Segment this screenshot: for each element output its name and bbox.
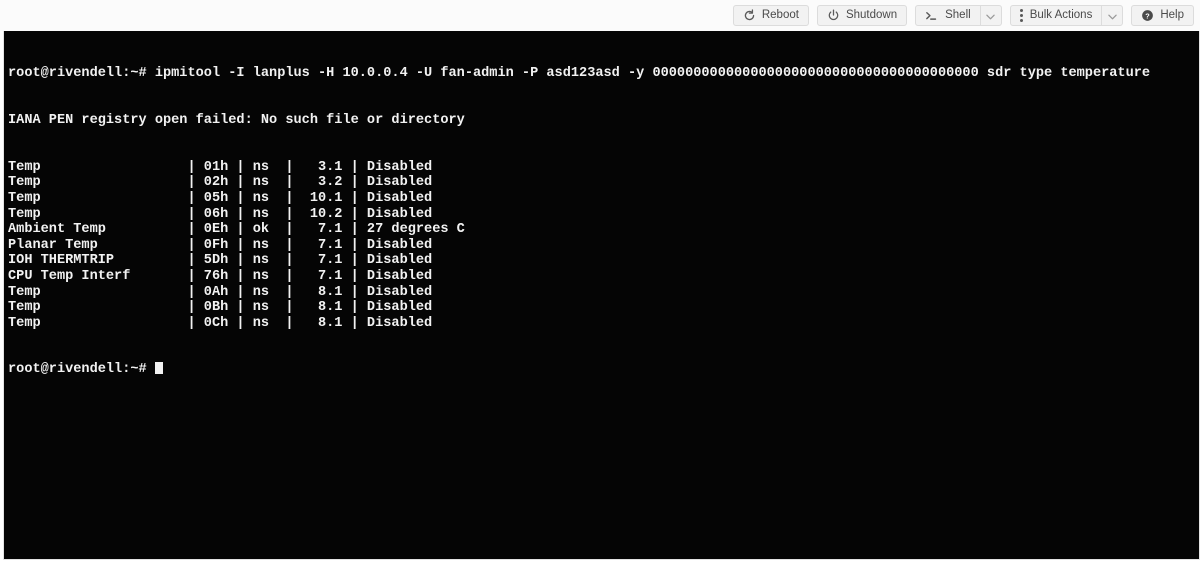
bulk-actions-split-button: Bulk Actions <box>1009 5 1124 26</box>
shell-split-button: Shell <box>915 5 1002 26</box>
chevron-down-icon <box>1108 7 1117 25</box>
reboot-button[interactable]: Reboot <box>732 5 809 26</box>
power-icon <box>827 9 840 22</box>
sensor-row: Planar Temp | 0Fh | ns | 7.1 | Disabled <box>8 237 433 253</box>
help-circle-icon: ? <box>1141 9 1154 22</box>
help-button[interactable]: ? Help <box>1131 5 1194 26</box>
svg-text:?: ? <box>1146 11 1151 20</box>
sensor-row: Temp | 02h | ns | 3.2 | Disabled <box>8 175 433 191</box>
sensor-row: IOH THERMTRIP | 5Dh | ns | 7.1 | Disable… <box>8 253 433 269</box>
terminal-container: root@rivendell:~# ipmitool -I lanplus -H… <box>0 31 1200 566</box>
top-toolbar: Reboot Shutdown Shell Bulk Actions ? Hel… <box>0 0 1200 31</box>
shell-button-label: Shell <box>945 8 971 21</box>
sensor-row: CPU Temp Interf | 76h | ns | 7.1 | Disab… <box>8 268 433 284</box>
bulk-actions-dropdown-toggle[interactable] <box>1101 6 1122 25</box>
help-button-label: Help <box>1160 8 1184 21</box>
shutdown-button-label: Shutdown <box>845 8 898 21</box>
chevron-down-icon <box>986 7 995 25</box>
bulk-actions-button[interactable]: Bulk Actions <box>1011 6 1102 25</box>
sensor-row: Temp | 0Ah | ns | 8.1 | Disabled <box>8 284 433 300</box>
sensor-row: Temp | 0Bh | ns | 8.1 | Disabled <box>8 300 433 316</box>
sensor-table: Temp | 01h | ns | 3.1 | Disabled Temp | 0… <box>8 160 1199 332</box>
sensor-row: Ambient Temp | 0Eh | ok | 7.1 | 27 degre… <box>8 222 465 238</box>
reboot-button-label: Reboot <box>761 8 799 21</box>
shell-button[interactable]: Shell <box>916 6 980 25</box>
sensor-row: Temp | 01h | ns | 3.1 | Disabled <box>8 159 433 175</box>
sensor-row: Temp | 06h | ns | 10.2 | Disabled <box>8 206 433 222</box>
shell-dropdown-toggle[interactable] <box>979 6 1001 25</box>
sensor-row: Temp | 0Ch | ns | 8.1 | Disabled <box>8 315 433 331</box>
terminal-command-line: root@rivendell:~# ipmitool -I lanplus -H… <box>8 66 1151 82</box>
kebab-menu-icon <box>1019 9 1023 22</box>
final-prompt-text: root@rivendell:~# <box>8 362 155 378</box>
bulk-actions-button-label: Bulk Actions <box>1029 8 1093 21</box>
terminal-error-line: IANA PEN registry open failed: No such f… <box>8 112 465 128</box>
shutdown-button[interactable]: Shutdown <box>816 5 908 26</box>
terminal-cursor <box>154 362 163 375</box>
sensor-row: Temp | 05h | ns | 10.1 | Disabled <box>8 190 433 206</box>
terminal-prompt-icon <box>925 10 939 22</box>
terminal-final-prompt: root@rivendell:~# <box>8 362 1199 378</box>
terminal-console[interactable]: root@rivendell:~# ipmitool -I lanplus -H… <box>3 31 1200 560</box>
reboot-icon <box>743 9 756 22</box>
